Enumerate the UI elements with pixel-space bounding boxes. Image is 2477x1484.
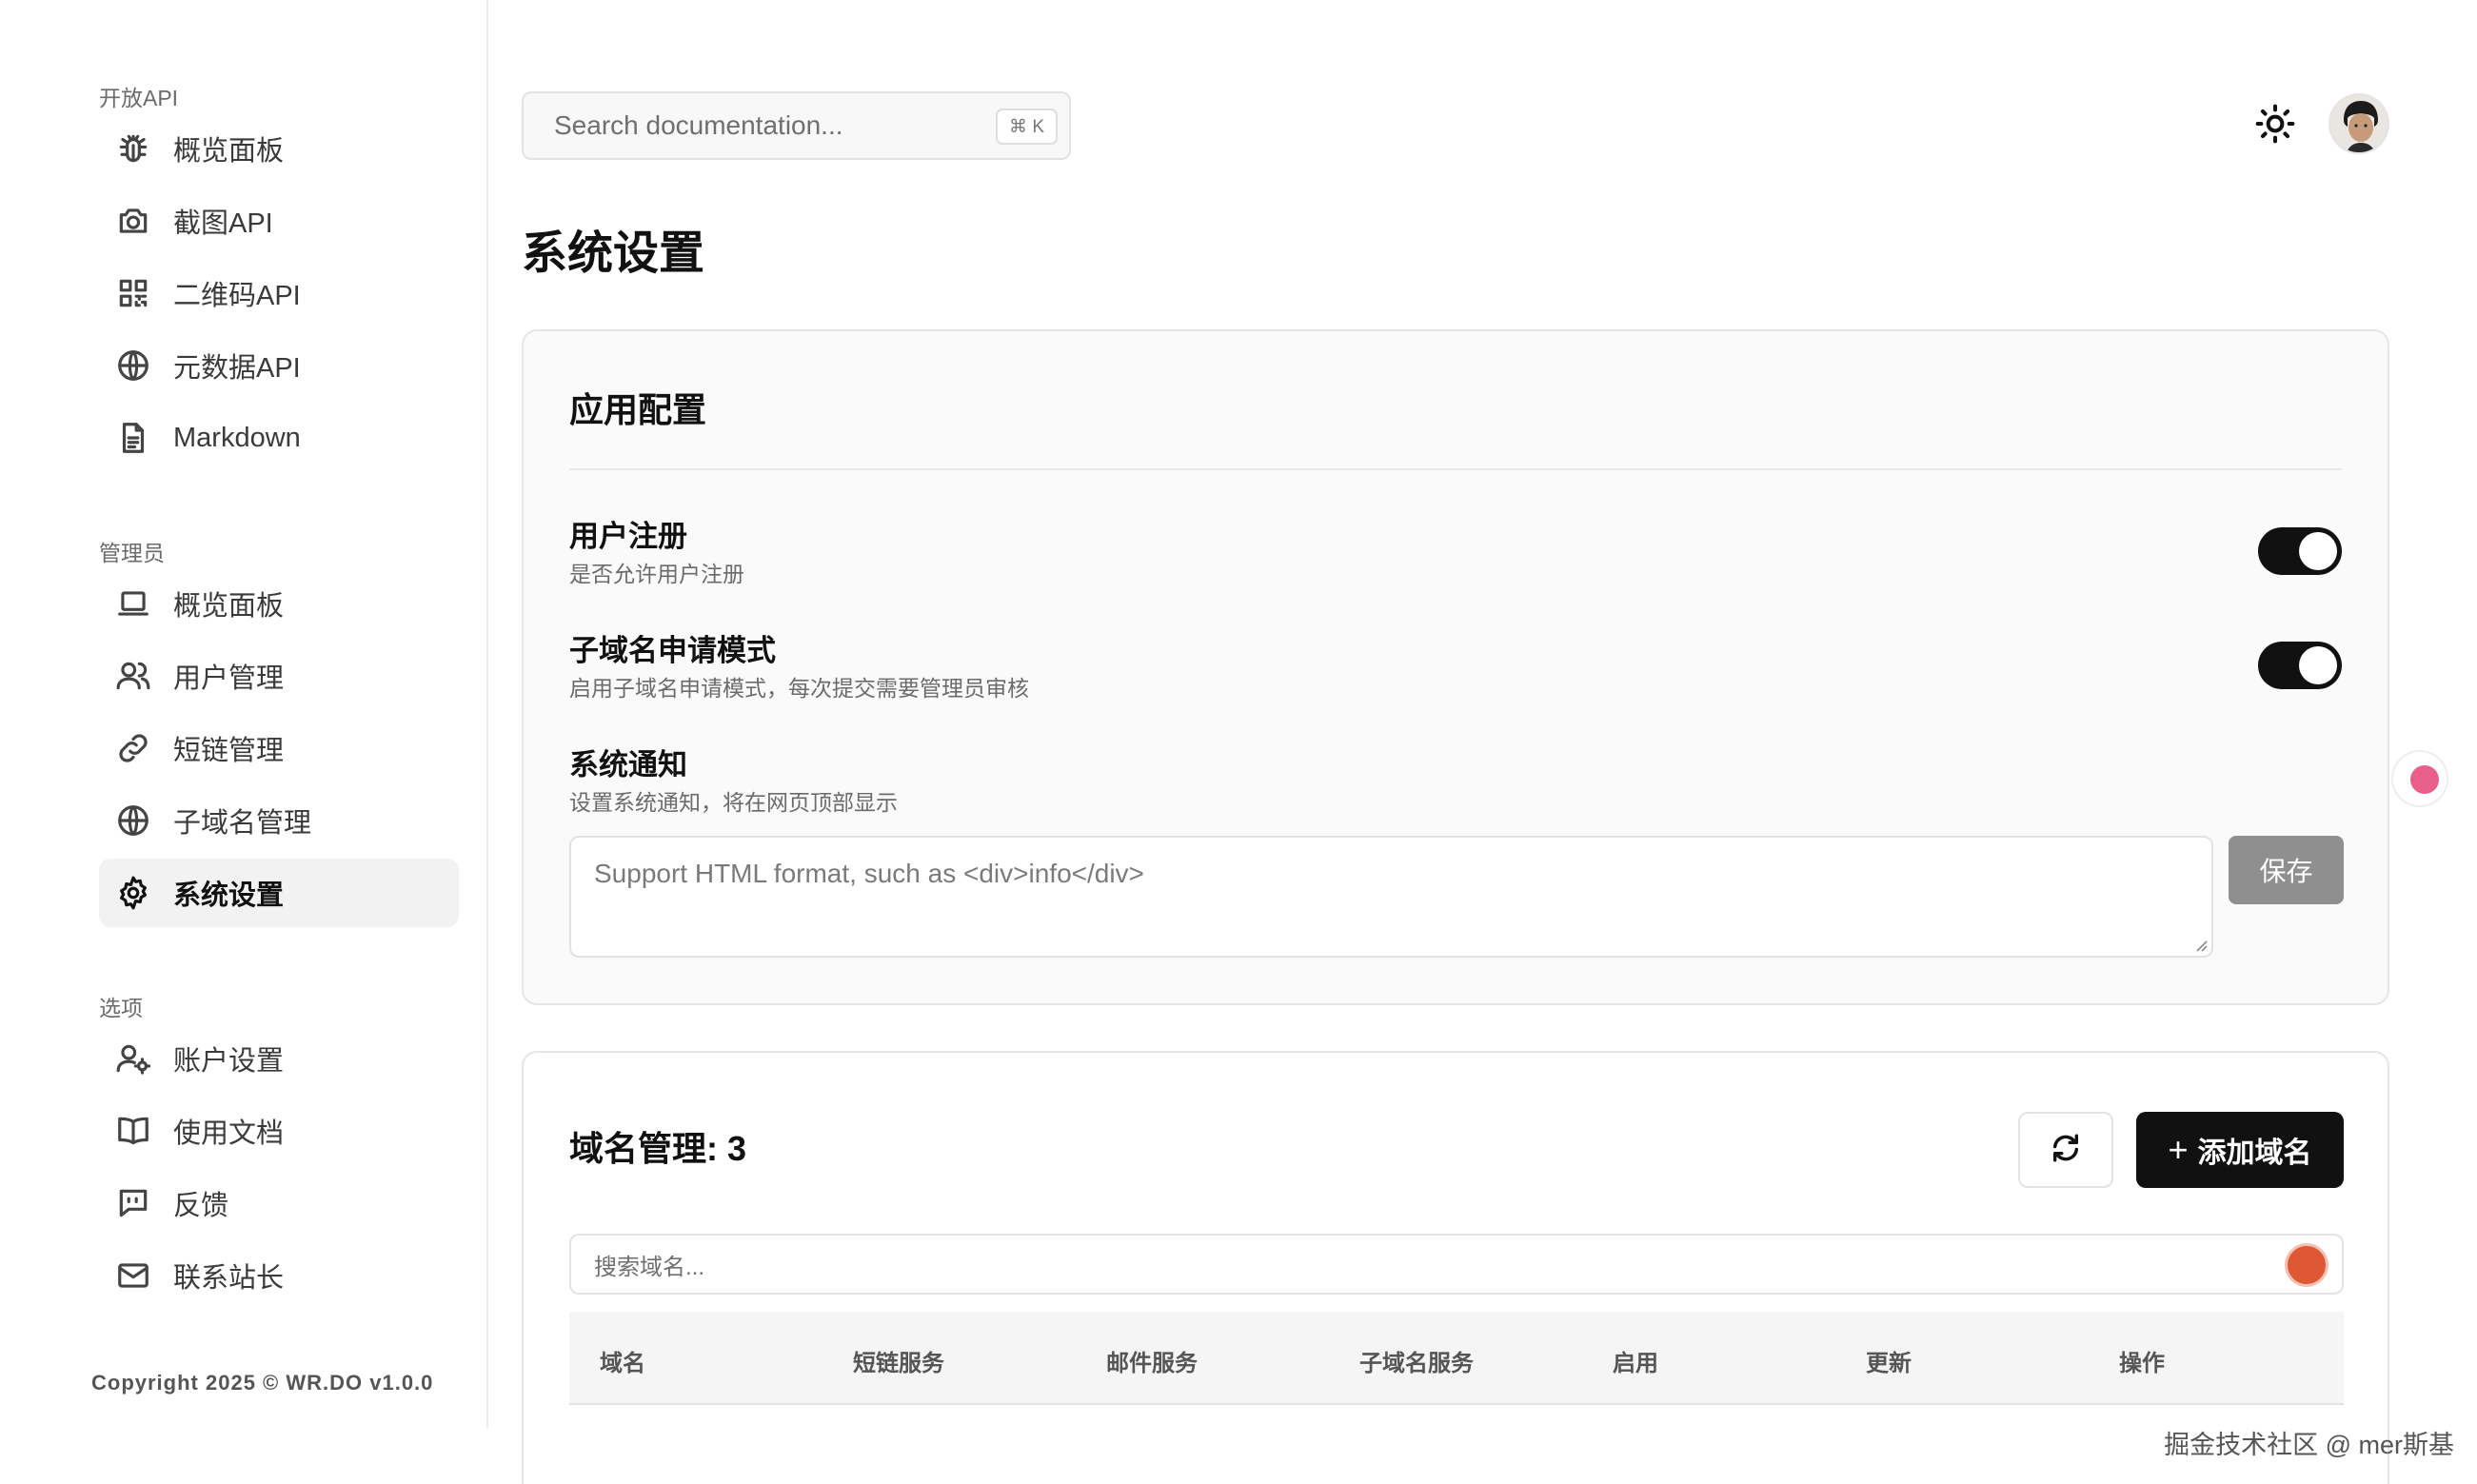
sidebar-item-label: 用户管理 (173, 663, 285, 694)
refresh-button[interactable] (2018, 1112, 2113, 1188)
divider (569, 468, 2342, 470)
sidebar-item-feedback[interactable]: 反馈 (99, 1169, 459, 1237)
section-title-admin: 管理员 (99, 541, 165, 565)
domain-management-title: 域名管理: 3 (569, 1129, 747, 1168)
refresh-icon (2050, 1132, 2082, 1169)
user-cog-icon (114, 1039, 152, 1078)
sidebar-item-shortlink-management[interactable]: 短链管理 (99, 714, 459, 782)
app-config-card: 应用配置 用户注册 是否允许用户注册 子域名申请模式 启用子域名申请模式，每次提… (522, 329, 2389, 1005)
sidebar-item-admin-overview[interactable]: 概览面板 (99, 569, 459, 638)
column-header-shortlink: 短链服务 (853, 1351, 944, 1376)
bug-icon (114, 129, 152, 168)
sidebar-item-user-management[interactable]: 用户管理 (99, 642, 459, 710)
sidebar-item-contact[interactable]: 联系站长 (99, 1241, 459, 1310)
gear-icon (114, 874, 152, 912)
message-icon (114, 1184, 152, 1222)
save-notice-button[interactable]: 保存 (2229, 836, 2344, 904)
sidebar: 开放API 概览面板 截图API 二维码API 元数据API Markdown … (0, 0, 488, 1428)
sidebar-item-label: 子域名管理 (173, 808, 312, 839)
sidebar-item-label: 二维码API (173, 281, 301, 311)
sidebar-item-system-settings[interactable]: 系统设置 (99, 859, 459, 927)
column-header-actions: 操作 (2119, 1351, 2165, 1376)
column-header-subdomain: 子域名服务 (1359, 1351, 1474, 1376)
sidebar-item-api-overview[interactable]: 概览面板 (99, 114, 459, 183)
app-config-title: 应用配置 (569, 390, 707, 429)
system-notice-title: 系统通知 (569, 748, 687, 782)
sidebar-item-subdomain-management[interactable]: 子域名管理 (99, 786, 459, 855)
user-registration-toggle[interactable] (2258, 527, 2342, 575)
watermark-text: 掘金技术社区 @ mer斯基 (2164, 1431, 2454, 1459)
user-registration-title: 用户注册 (569, 520, 687, 553)
sidebar-item-label: 联系站长 (173, 1263, 285, 1294)
sidebar-item-label: 使用文档 (173, 1118, 285, 1149)
subdomain-mode-title: 子域名申请模式 (569, 634, 776, 667)
column-header-enabled: 启用 (1613, 1351, 1658, 1376)
toggle-knob (2299, 646, 2337, 684)
domain-table-header: 域名 短链服务 邮件服务 子域名服务 启用 更新 操作 (569, 1312, 2344, 1405)
sidebar-item-label: Markdown (173, 422, 301, 453)
section-title-options: 选项 (99, 996, 143, 1020)
document-icon (114, 419, 152, 457)
search-input[interactable]: Search documentation... ⌘ K (522, 91, 1071, 160)
add-domain-label: 添加域名 (2197, 1138, 2312, 1169)
app-root: 开放API 概览面板 截图API 二维码API 元数据API Markdown … (0, 0, 2477, 1484)
sidebar-item-label: 元数据API (173, 353, 301, 384)
sun-icon (2254, 103, 2296, 149)
duckduckgo-icon[interactable] (2285, 1243, 2328, 1287)
resize-handle-icon[interactable] (2192, 937, 2208, 952)
subdomain-mode-toggle[interactable] (2258, 642, 2342, 689)
link-icon (114, 729, 152, 767)
mail-icon (114, 1256, 152, 1295)
sidebar-item-docs[interactable]: 使用文档 (99, 1097, 459, 1165)
sidebar-item-account-settings[interactable]: 账户设置 (99, 1024, 459, 1093)
qrcode-icon (114, 274, 152, 312)
floating-helper-button[interactable] (2391, 750, 2448, 807)
users-icon (114, 657, 152, 695)
sidebar-item-label: 反馈 (173, 1191, 229, 1221)
subdomain-mode-desc: 启用子域名申请模式，每次提交需要管理员审核 (569, 676, 1029, 701)
domain-management-card: 域名管理: 3 + 添加域名 搜索域名... 域名 短链服务 邮件服务 子域名服… (522, 1051, 2389, 1484)
helper-icon (2410, 765, 2439, 794)
search-placeholder: Search documentation... (554, 110, 843, 140)
sidebar-item-metadata-api[interactable]: 元数据API (99, 331, 459, 400)
sidebar-item-label: 概览面板 (173, 136, 285, 167)
add-domain-button[interactable]: + 添加域名 (2136, 1112, 2344, 1188)
sidebar-item-label: 截图API (173, 208, 273, 239)
globe-icon (114, 346, 152, 385)
toggle-knob (2299, 532, 2337, 570)
sidebar-item-qrcode-api[interactable]: 二维码API (99, 259, 459, 327)
copyright-text: Copyright 2025 © WR.DO v1.0.0 (91, 1371, 434, 1395)
sidebar-item-label: 概览面板 (173, 591, 285, 622)
page-title: 系统设置 (522, 228, 705, 279)
column-header-domain: 域名 (600, 1351, 645, 1376)
globe-icon (114, 801, 152, 840)
sidebar-item-label: 账户设置 (173, 1046, 285, 1077)
sidebar-item-label: 系统设置 (173, 881, 285, 911)
system-notice-textarea[interactable] (569, 836, 2213, 958)
sidebar-item-screenshot-api[interactable]: 截图API (99, 187, 459, 255)
camera-icon (114, 202, 152, 240)
sidebar-item-markdown[interactable]: Markdown (99, 404, 459, 472)
theme-toggle-button[interactable] (2250, 101, 2300, 150)
system-notice-desc: 设置系统通知，将在网页顶部显示 (569, 790, 898, 815)
laptop-icon (114, 584, 152, 623)
search-shortcut: ⌘ K (996, 109, 1058, 145)
section-title-open-api: 开放API (99, 86, 179, 110)
avatar[interactable] (2328, 93, 2389, 154)
book-icon (114, 1112, 152, 1150)
domain-search-placeholder: 搜索域名... (594, 1254, 705, 1280)
plus-icon: + (2168, 1130, 2189, 1169)
sidebar-item-label: 短链管理 (173, 736, 285, 766)
column-header-email: 邮件服务 (1106, 1351, 1198, 1376)
user-registration-desc: 是否允许用户注册 (569, 562, 744, 586)
domain-search-input[interactable]: 搜索域名... (569, 1234, 2344, 1295)
column-header-updated: 更新 (1866, 1351, 1912, 1376)
